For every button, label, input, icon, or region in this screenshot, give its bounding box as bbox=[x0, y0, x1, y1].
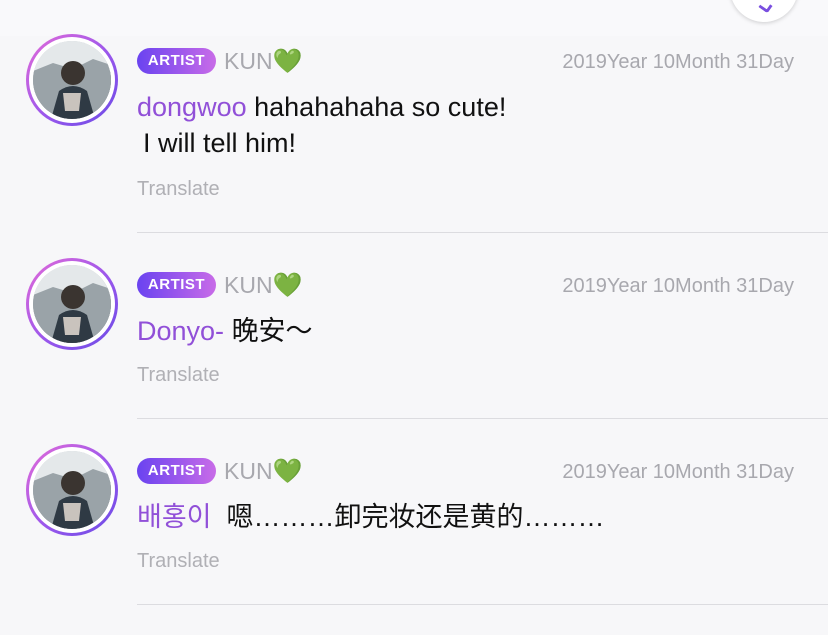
translate-button[interactable]: Translate bbox=[137, 362, 220, 388]
green-heart-icon: 💚 bbox=[272, 272, 303, 299]
message-text: 晚安～ bbox=[231, 316, 313, 346]
avatar-photo bbox=[33, 265, 111, 343]
top-bar bbox=[0, 0, 828, 36]
check-icon bbox=[758, 0, 773, 14]
artist-name-text: KUN bbox=[224, 48, 273, 74]
avatar-photo bbox=[33, 41, 111, 119]
reply-username[interactable]: dongwoo bbox=[137, 92, 247, 122]
green-heart-icon: 💚 bbox=[272, 458, 303, 485]
comment-feed: ARTIST KUN💚 2019Year 10Month 31Day dongw… bbox=[0, 0, 828, 635]
artist-name-text: KUN bbox=[224, 458, 273, 484]
message-text: hahahahaha so cute! bbox=[254, 92, 507, 122]
artist-name-text: KUN bbox=[224, 272, 273, 298]
divider bbox=[137, 604, 828, 605]
divider bbox=[137, 418, 828, 419]
divider bbox=[137, 232, 828, 233]
green-heart-icon: 💚 bbox=[272, 48, 303, 75]
artist-name[interactable]: KUN💚 bbox=[224, 47, 302, 76]
avatar[interactable] bbox=[26, 34, 118, 126]
comment-date: 2019Year 10Month 31Day bbox=[562, 275, 794, 297]
artist-name[interactable]: KUN💚 bbox=[224, 457, 302, 486]
comment-message: Donyo- 晚安～ bbox=[137, 313, 797, 349]
avatar[interactable] bbox=[26, 444, 118, 536]
comment-date: 2019Year 10Month 31Day bbox=[562, 51, 794, 73]
artist-badge: ARTIST bbox=[137, 458, 216, 484]
reply-username[interactable]: 배홍이 bbox=[137, 502, 212, 532]
comment-date: 2019Year 10Month 31Day bbox=[562, 461, 794, 483]
compose-button[interactable] bbox=[730, 0, 798, 22]
artist-name[interactable]: KUN💚 bbox=[224, 271, 302, 300]
avatar[interactable] bbox=[26, 258, 118, 350]
artist-badge: ARTIST bbox=[137, 48, 216, 74]
message-text-line2: I will tell him! bbox=[143, 128, 297, 158]
message-text: 嗯………卸完妆还是黄的……… bbox=[226, 502, 605, 532]
translate-button[interactable]: Translate bbox=[137, 548, 220, 574]
comment-message: dongwoo hahahahaha so cute! I will tell … bbox=[137, 89, 797, 161]
translate-button[interactable]: Translate bbox=[137, 176, 220, 202]
artist-badge: ARTIST bbox=[137, 272, 216, 298]
comment-message: 배홍이 嗯………卸完妆还是黄的……… bbox=[137, 499, 797, 535]
avatar-photo bbox=[33, 451, 111, 529]
reply-username[interactable]: Donyo- bbox=[137, 316, 224, 346]
